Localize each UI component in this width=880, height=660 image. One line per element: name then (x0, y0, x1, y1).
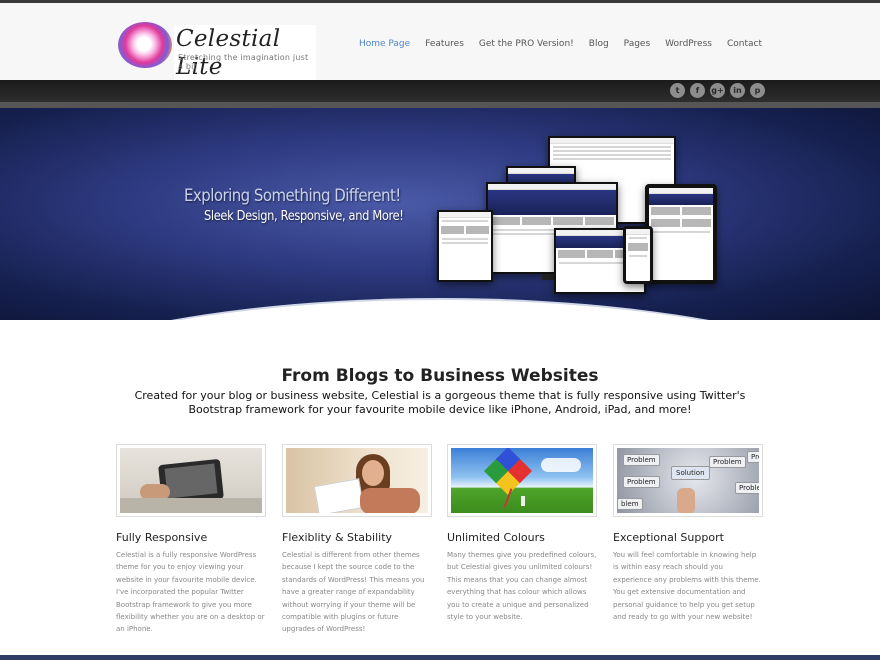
main-nav: Home Page Features Get the PRO Version! … (359, 39, 762, 49)
solution-label: Solution (671, 466, 710, 480)
logo-orb-icon (118, 22, 172, 68)
feature-text: Celestial is a fully responsive WordPres… (116, 551, 265, 634)
feature-flexibility-stability: Flexiblity & Stability Celestial is diff… (282, 444, 432, 636)
problem-label: Problem (709, 456, 746, 468)
feature-text: Many themes give you predefined colours,… (447, 551, 597, 622)
nav-home-page[interactable]: Home Page (359, 39, 410, 49)
problem-label: Pro (747, 451, 759, 463)
feature-fully-responsive: Fully Responsive Celestial is a fully re… (116, 444, 266, 636)
hero-curve (0, 298, 880, 320)
intro-text: Created for your blog or business websit… (134, 389, 746, 416)
tablet-left-device (437, 210, 493, 282)
feature-title: Exceptional Support (613, 531, 724, 544)
bottom-border (0, 655, 880, 660)
site-logo[interactable]: Celestial Lite Stretching the imaginatio… (116, 21, 316, 81)
problem-solution-photo: Problem Solution Problem Problem Problem… (617, 448, 759, 513)
nav-get-pro[interactable]: Get the PRO Version! (479, 39, 574, 49)
feature-text: You will feel comfortable in knowing hel… (613, 551, 761, 622)
problem-label: blem (617, 498, 643, 510)
feature-exceptional-support: Problem Solution Problem Problem Problem… (613, 444, 763, 623)
site-tagline: Stretching the imagination just a bit (178, 53, 309, 71)
google-plus-icon[interactable]: g+ (710, 83, 725, 98)
kite-photo (451, 448, 593, 513)
problem-label: Problem (623, 476, 660, 488)
nav-features[interactable]: Features (425, 39, 464, 49)
feature-image[interactable] (282, 444, 432, 517)
linkedin-icon[interactable]: in (730, 83, 745, 98)
site-header: Celestial Lite Stretching the imaginatio… (0, 3, 880, 81)
feature-image[interactable] (447, 444, 597, 517)
nav-pages[interactable]: Pages (624, 39, 650, 49)
pinterest-icon[interactable]: p (750, 83, 765, 98)
tablet-right-device (645, 184, 717, 284)
hero-subheadline: Sleek Design, Responsive, and More! (204, 209, 404, 224)
feature-image[interactable]: Problem Solution Problem Problem Problem… (613, 444, 763, 517)
facebook-icon[interactable]: f (690, 83, 705, 98)
social-bar: t f g+ in p (0, 80, 880, 102)
feature-title: Fully Responsive (116, 531, 208, 544)
feature-unlimited-colours: Unlimited Colours Many themes give you p… (447, 444, 597, 623)
feature-title: Flexiblity & Stability (282, 531, 393, 544)
social-links: t f g+ in p (670, 83, 765, 98)
problem-label: Problem (623, 454, 660, 466)
twitter-icon[interactable]: t (670, 83, 685, 98)
intro-title: From Blogs to Business Websites (281, 366, 599, 386)
feature-text: Celestial is different from other themes… (282, 551, 425, 634)
woman-laptop-photo (286, 448, 428, 513)
hero-banner: Exploring Something Different! Sleek Des… (0, 108, 880, 320)
feature-image[interactable] (116, 444, 266, 517)
problem-label: Problem (735, 482, 759, 494)
hero-headline: Exploring Something Different! (184, 186, 401, 206)
phone-device (623, 226, 653, 284)
nav-wordpress[interactable]: WordPress (665, 39, 712, 49)
tablet-photo (120, 448, 262, 513)
nav-blog[interactable]: Blog (589, 39, 609, 49)
feature-title: Unlimited Colours (447, 531, 545, 544)
nav-contact[interactable]: Contact (727, 39, 762, 49)
